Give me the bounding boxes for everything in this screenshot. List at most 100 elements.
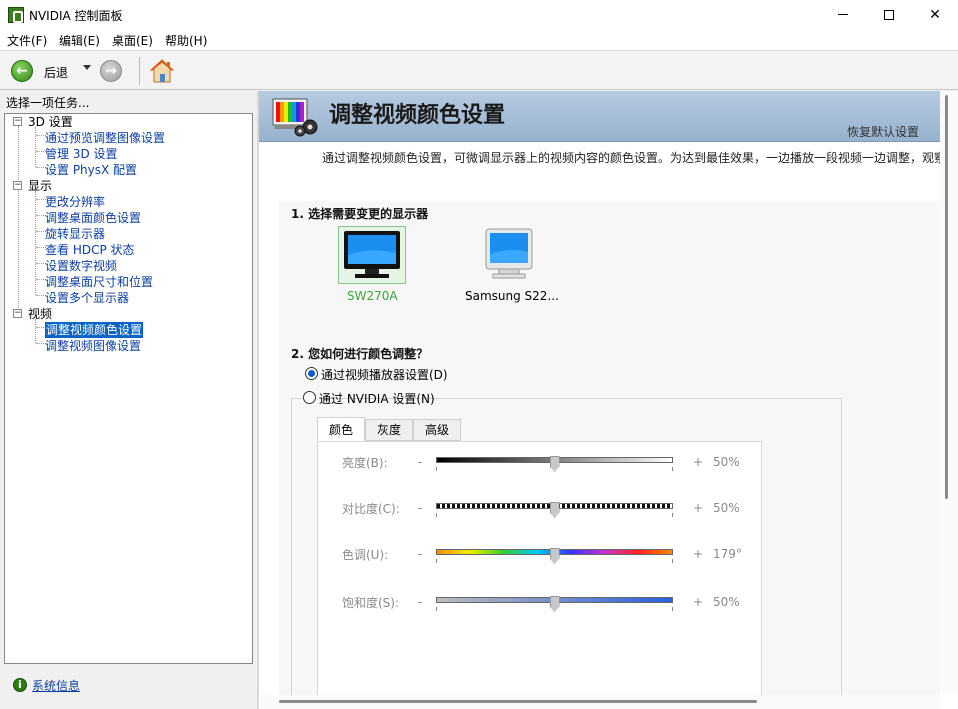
restore-defaults-link[interactable]: 恢复默认设置 xyxy=(847,123,919,140)
task-pane: 选择一项任务... − 3D 设置 通过预览调整图像设置 管理 3D 设置 设置… xyxy=(0,91,257,709)
brightness-slider[interactable] xyxy=(436,456,673,472)
tree-item-resolution[interactable]: 更改分辨率 xyxy=(45,194,105,210)
system-info-link[interactable]: 系统信息 xyxy=(32,677,80,694)
tree-item-digital-video[interactable]: 设置数字视频 xyxy=(45,258,117,274)
back-history-dropdown-icon[interactable] xyxy=(83,65,91,70)
home-button[interactable] xyxy=(149,58,175,84)
menu-file[interactable]: 文件(F) xyxy=(7,32,47,49)
task-tree: − 3D 设置 通过预览调整图像设置 管理 3D 设置 设置 PhysX 配置 … xyxy=(4,113,253,664)
horizontal-scrollbar[interactable] xyxy=(259,695,940,709)
info-icon xyxy=(13,678,27,692)
saturation-label: 饱和度(S): xyxy=(342,596,400,610)
radio-button-checked[interactable] xyxy=(305,367,318,380)
close-button[interactable]: ✕ xyxy=(912,0,958,29)
display-sw270a[interactable] xyxy=(338,226,406,284)
tree-collapse-icon[interactable]: − xyxy=(13,117,22,126)
step1-heading: 1. 选择需要变更的显示器 xyxy=(291,207,429,221)
display-samsung[interactable] xyxy=(477,226,541,284)
contrast-label: 对比度(C): xyxy=(342,502,400,516)
radio-button-unchecked[interactable] xyxy=(303,391,316,404)
contrast-plus: + xyxy=(693,501,704,515)
tree-category-video[interactable]: 视频 xyxy=(28,306,52,322)
maximize-button[interactable] xyxy=(866,0,912,29)
maximize-icon xyxy=(884,9,894,20)
radio-label: 通过视频播放器设置(D) xyxy=(321,368,448,382)
tree-item-hdcp[interactable]: 查看 HDCP 状态 xyxy=(45,242,135,258)
hue-slider[interactable] xyxy=(436,548,673,564)
vertical-scrollbar[interactable] xyxy=(940,91,958,695)
display-name-sw270a[interactable]: SW270A xyxy=(347,289,398,303)
tree-connector xyxy=(35,127,36,167)
saturation-value: 50% xyxy=(713,595,740,609)
hue-value: 179° xyxy=(713,547,742,561)
tree-item-desktop-color[interactable]: 调整桌面颜色设置 xyxy=(45,210,141,226)
page-description: 通过调整视频颜色设置，可微调显示器上的视频内容的颜色设置。为达到最佳效果，一边播… xyxy=(322,151,947,165)
arrow-left-icon: ← xyxy=(16,63,28,79)
brightness-minus: - xyxy=(418,455,423,469)
menu-edit[interactable]: 编辑(E) xyxy=(59,32,100,49)
color-tab-panel: 亮度(B): - + 50% 对比度(C): - + 50% 色调(U): - … xyxy=(317,441,762,701)
saturation-plus: + xyxy=(693,595,704,609)
hue-label: 色调(U): xyxy=(342,548,389,562)
title-bar: NVIDIA 控制面板 ✕ xyxy=(0,0,958,29)
horizontal-scroll-thumb[interactable] xyxy=(279,700,757,703)
back-button[interactable]: ← xyxy=(11,60,33,82)
brightness-value: 50% xyxy=(713,455,740,469)
saturation-slider[interactable] xyxy=(436,596,673,612)
tree-item-desktop-size[interactable]: 调整桌面尺寸和位置 xyxy=(45,274,153,290)
menu-desktop[interactable]: 桌面(E) xyxy=(112,32,153,49)
tab-color[interactable]: 颜色 xyxy=(317,417,365,441)
tree-connector xyxy=(18,126,19,312)
tree-item-physx[interactable]: 设置 PhysX 配置 xyxy=(45,162,137,178)
content-pane: 调整视频颜色设置 恢复默认设置 通过调整视频颜色设置，可微调显示器上的视频内容的… xyxy=(259,91,958,709)
tree-item-multi-display[interactable]: 设置多个显示器 xyxy=(45,290,129,306)
radio-label: 通过 NVIDIA 设置(N) xyxy=(319,392,435,406)
task-pane-header: 选择一项任务... xyxy=(6,96,90,110)
radio-nvidia-settings[interactable]: 通过 NVIDIA 设置(N) xyxy=(303,391,435,406)
vertical-scroll-thumb[interactable] xyxy=(945,95,948,499)
brightness-plus: + xyxy=(693,455,704,469)
menu-help[interactable]: 帮助(H) xyxy=(165,32,207,49)
crt-monitor-icon xyxy=(485,228,533,279)
tree-category-3d[interactable]: 3D 设置 xyxy=(28,114,73,130)
brightness-label: 亮度(B): xyxy=(342,456,388,470)
page-banner: 调整视频颜色设置 恢复默认设置 xyxy=(259,91,940,142)
toolbar-separator xyxy=(139,57,140,85)
slider-ticks xyxy=(436,467,673,471)
contrast-value: 50% xyxy=(713,501,740,515)
minimize-button[interactable] xyxy=(820,0,866,29)
tree-category-display[interactable]: 显示 xyxy=(28,178,52,194)
tree-item-manage-3d[interactable]: 管理 3D 设置 xyxy=(45,146,118,162)
tree-item-video-color[interactable]: 调整视频颜色设置 xyxy=(43,321,145,339)
arrow-right-icon: → xyxy=(105,63,117,79)
slider-ticks xyxy=(436,607,673,611)
close-icon: ✕ xyxy=(929,6,941,23)
tree-collapse-icon[interactable]: − xyxy=(13,309,22,318)
hue-minus: - xyxy=(418,547,423,561)
monitor-icon xyxy=(344,231,400,278)
back-label[interactable]: 后退 xyxy=(44,64,68,81)
minimize-icon xyxy=(838,14,848,15)
tab-gray[interactable]: 灰度 xyxy=(365,419,413,441)
video-color-icon xyxy=(272,98,318,137)
saturation-minus: - xyxy=(418,595,423,609)
settings-area: 1. 选择需要变更的显示器 SW270A Samsung S22... 2. 您… xyxy=(279,201,940,701)
tree-connector xyxy=(35,319,36,343)
hue-plus: + xyxy=(693,547,704,561)
page-title: 调整视频颜色设置 xyxy=(329,102,506,128)
home-icon xyxy=(149,59,175,83)
display-name-samsung[interactable]: Samsung S22... xyxy=(465,289,559,303)
nvidia-app-icon xyxy=(8,7,24,23)
window-title: NVIDIA 控制面板 xyxy=(29,9,123,23)
tab-advanced[interactable]: 高级 xyxy=(413,419,461,441)
slider-ticks xyxy=(436,513,673,517)
tree-item-rotate[interactable]: 旋转显示器 xyxy=(45,226,105,242)
forward-button[interactable]: → xyxy=(100,60,122,82)
menu-bar: 文件(F) 编辑(E) 桌面(E) 帮助(H) xyxy=(0,29,958,50)
tree-item-preview-image[interactable]: 通过预览调整图像设置 xyxy=(45,130,165,146)
toolbar: ← 后退 → xyxy=(0,50,958,90)
tree-collapse-icon[interactable]: − xyxy=(13,181,22,190)
tree-item-video-image[interactable]: 调整视频图像设置 xyxy=(45,338,141,354)
contrast-slider[interactable] xyxy=(436,502,673,518)
contrast-minus: - xyxy=(418,501,423,515)
